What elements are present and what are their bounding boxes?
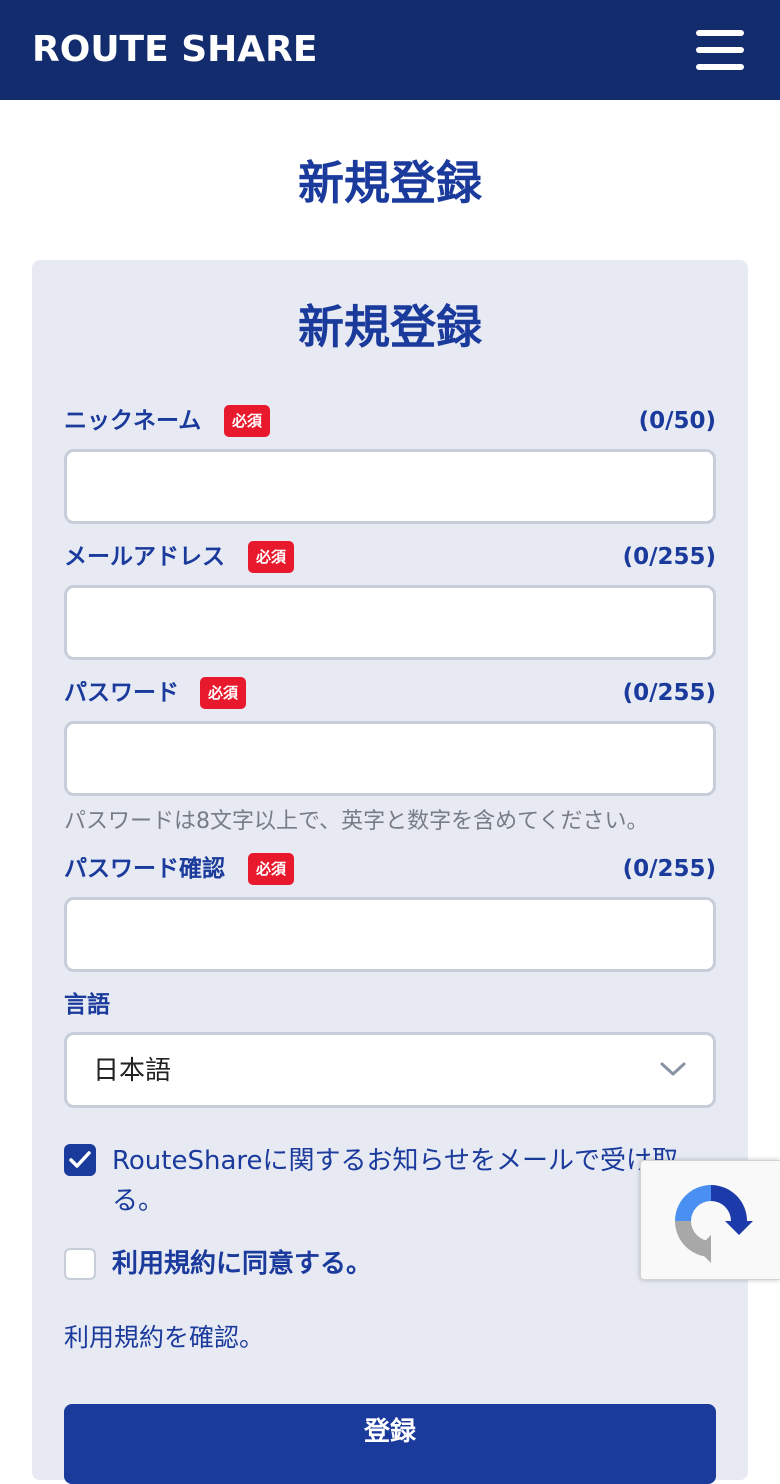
password-char-count: (0/255) <box>622 680 716 706</box>
required-badge: 必須 <box>248 541 295 573</box>
password-confirm-label: パスワード確認 <box>64 856 225 882</box>
recaptcha-badge[interactable] <box>640 1160 780 1280</box>
newsletter-label-line2: る。 <box>112 1186 165 1216</box>
language-select[interactable]: 日本語 <box>64 1032 716 1108</box>
hamburger-menu-icon[interactable] <box>688 24 752 76</box>
password-hint: パスワードは8文字以上で、英字と数字を含めてください。 <box>64 809 649 834</box>
checkmark-icon <box>69 1151 91 1168</box>
nickname-label: ニックネーム <box>64 408 202 434</box>
site-logo[interactable]: ROUTE SHARE <box>32 28 317 72</box>
nickname-input[interactable] <box>64 449 716 524</box>
email-label: メールアドレス <box>64 544 225 570</box>
terms-agree-label: 利用規約に同意する。 <box>112 1249 373 1279</box>
password-label: パスワード <box>64 680 179 706</box>
email-input[interactable] <box>64 585 716 660</box>
language-selected-value: 日本語 <box>93 1056 172 1086</box>
password-confirm-char-count: (0/255) <box>622 856 716 882</box>
newsletter-label-line1: RouteShareに関するお知らせをメールで受け取 <box>112 1146 678 1176</box>
nickname-char-count: (0/50) <box>638 408 716 434</box>
newsletter-checkbox[interactable] <box>64 1144 96 1176</box>
required-badge: 必須 <box>200 677 247 709</box>
password-input[interactable] <box>64 721 716 796</box>
recaptcha-icon <box>675 1185 753 1263</box>
required-badge: 必須 <box>224 405 271 437</box>
terms-link[interactable]: 利用規約を確認。 <box>64 1318 264 1358</box>
email-char-count: (0/255) <box>622 544 716 570</box>
app-header: ROUTE SHARE <box>0 0 780 100</box>
page-title: 新規登録 <box>298 156 482 210</box>
terms-agree-checkbox[interactable] <box>64 1248 96 1280</box>
language-label: 言語 <box>64 992 110 1018</box>
form-title: 新規登録 <box>298 300 482 354</box>
required-badge: 必須 <box>248 853 295 885</box>
register-button[interactable]: 登録 <box>64 1404 716 1484</box>
password-confirm-input[interactable] <box>64 897 716 972</box>
chevron-down-icon <box>660 1062 686 1076</box>
